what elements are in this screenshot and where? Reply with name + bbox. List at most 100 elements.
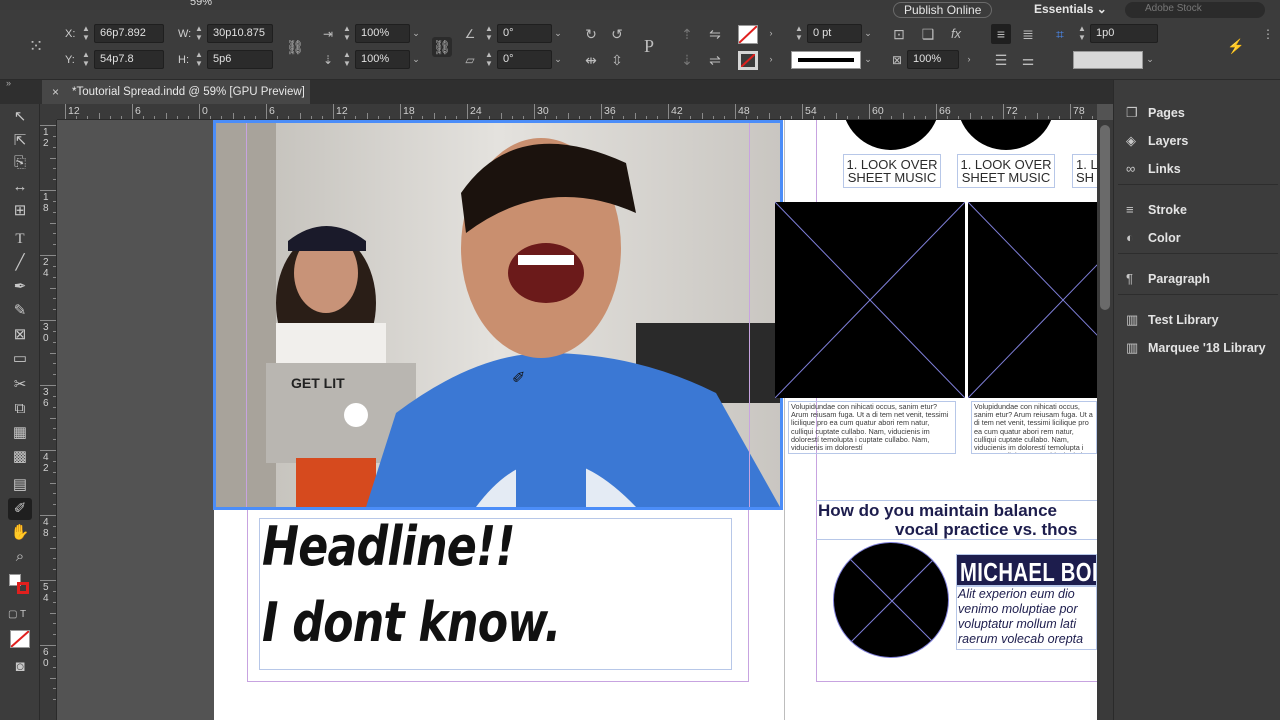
- shear-dropdown[interactable]: ⌄: [551, 50, 565, 69]
- shear-field[interactable]: 0°: [497, 50, 552, 69]
- fill-stroke-proxy[interactable]: [9, 574, 31, 596]
- line-tool-icon[interactable]: ╱: [8, 252, 32, 274]
- select-previous-icon[interactable]: ⇋: [705, 24, 725, 44]
- step-caption-1[interactable]: 1. LOOK OVER SHEET MUSIC: [843, 154, 941, 188]
- eyedropper-tool-icon[interactable]: ✐: [8, 498, 32, 520]
- rectangle-tool-icon[interactable]: ▭: [8, 348, 32, 370]
- x-field[interactable]: 66p7.892: [94, 24, 164, 43]
- panel-item-test-library[interactable]: ▥ Test Library: [1126, 309, 1219, 331]
- y-field[interactable]: 54p7.8: [94, 50, 164, 69]
- photo-frame[interactable]: GET LIT ✐: [213, 120, 783, 510]
- control-panel-menu-icon[interactable]: ⋮: [1258, 24, 1278, 44]
- type-tool-icon[interactable]: T: [8, 228, 32, 250]
- h-stepper[interactable]: ▲ ▼: [193, 50, 205, 69]
- rotate-dropdown[interactable]: ⌄: [551, 24, 565, 43]
- fill-dropdown[interactable]: ›: [764, 24, 778, 43]
- free-transform-tool-icon[interactable]: ⧉: [8, 398, 32, 420]
- gradient-swatch-tool-icon[interactable]: ▦: [8, 422, 32, 444]
- panel-item-stroke[interactable]: ≡ Stroke: [1126, 199, 1187, 221]
- paragraph-p-icon[interactable]: P: [639, 36, 659, 56]
- headline-frame[interactable]: Headline!! I dont know.: [259, 515, 732, 670]
- panel-item-layers[interactable]: ◈ Layers: [1126, 130, 1188, 152]
- rotate-field[interactable]: 0°: [497, 24, 552, 43]
- scale-x-stepper[interactable]: ▲ ▼: [341, 24, 353, 43]
- question-heading[interactable]: How do you maintain balance vocal practi…: [816, 500, 1097, 540]
- gradient-feather-tool-icon[interactable]: ▩: [8, 446, 32, 468]
- h-field[interactable]: 5p6: [207, 50, 273, 69]
- vertical-scrollbar-thumb[interactable]: [1100, 125, 1110, 310]
- stroke-type-dropdown[interactable]: ⌄: [861, 50, 875, 69]
- stroke-weight-field[interactable]: 0 pt: [807, 24, 862, 43]
- scale-x-field[interactable]: 100%: [355, 24, 410, 43]
- gap-tool-icon[interactable]: ⌗: [1050, 24, 1070, 44]
- selection-tool-icon[interactable]: ↖: [8, 106, 32, 128]
- align-bottom-icon[interactable]: ⚌: [1018, 50, 1038, 70]
- horizontal-ruler[interactable]: 12 6 0 6 12 18 24 30 36 42 48 54 60 66 72 78: [57, 104, 1097, 120]
- shear-stepper[interactable]: ▲ ▼: [483, 50, 495, 69]
- flip-vertical-icon[interactable]: ⇳: [607, 50, 627, 70]
- portrait-circle-frame[interactable]: [833, 542, 949, 658]
- w-field[interactable]: 30p10.875: [207, 24, 273, 43]
- name-label-frame[interactable]: MICHAEL BOL: [956, 554, 1097, 586]
- opacity-field[interactable]: 100%: [907, 50, 959, 69]
- stroke-weight-stepper[interactable]: ▲ ▼: [793, 24, 805, 43]
- scale-x-dropdown[interactable]: ⌄: [409, 24, 423, 43]
- stroke-dropdown[interactable]: ›: [764, 50, 778, 69]
- panel-collapse-left-icon[interactable]: »: [6, 78, 11, 88]
- select-container-icon[interactable]: ⇡: [677, 24, 697, 44]
- gap-stepper[interactable]: ▲ ▼: [1076, 24, 1088, 43]
- stroke-type-picker[interactable]: [791, 51, 861, 69]
- ruler-origin[interactable]: [40, 104, 57, 120]
- step-caption-3[interactable]: 1. L SH: [1072, 154, 1097, 188]
- stroke-swatch[interactable]: [738, 51, 758, 70]
- zoom-tool-icon[interactable]: ⌕: [8, 546, 32, 568]
- effects-fx-icon[interactable]: fx: [946, 24, 966, 44]
- object-style-picker[interactable]: [1073, 51, 1143, 69]
- object-style-dropdown[interactable]: ⌄: [1143, 50, 1157, 69]
- pasteboard[interactable]: GET LIT ✐ Headline!! I dont know. 1. LOO…: [57, 120, 1097, 720]
- panel-item-marquee-18-library[interactable]: ▥ Marquee '18 Library: [1126, 337, 1266, 359]
- w-stepper[interactable]: ▲ ▼: [193, 24, 205, 43]
- zoom-label[interactable]: 59%: [190, 0, 212, 8]
- direct-selection-tool-icon[interactable]: ⇱: [8, 130, 32, 152]
- panel-item-color[interactable]: ◐ Color: [1126, 227, 1181, 249]
- align-center-icon[interactable]: ≣: [1018, 24, 1038, 44]
- reference-point-icon[interactable]: ⁙: [26, 36, 46, 56]
- pencil-tool-icon[interactable]: ✎: [8, 300, 32, 322]
- panel-item-paragraph[interactable]: ¶ Paragraph: [1126, 268, 1210, 290]
- body-text-frame-1[interactable]: Volupidundae con nihicati occus, sanim e…: [788, 401, 956, 454]
- gap-tool-icon[interactable]: ↔: [8, 176, 32, 198]
- screen-mode-icon[interactable]: ◙: [8, 656, 32, 678]
- select-content-icon[interactable]: ⇣: [677, 50, 697, 70]
- body-text-frame-2[interactable]: Volupidundae con nihicati occus, sanim e…: [971, 401, 1097, 454]
- document-tab[interactable]: *Toutorial Spread.indd @ 59% [GPU Previe…: [42, 80, 310, 104]
- formatting-container-icon[interactable]: ▢ T: [8, 609, 26, 620]
- constrain-proportions-icon[interactable]: ⛓: [285, 37, 305, 57]
- y-stepper[interactable]: ▲ ▼: [80, 50, 92, 69]
- image-placeholder-2[interactable]: [968, 202, 1097, 398]
- page-tool-icon[interactable]: ⎘: [8, 152, 32, 174]
- search-field[interactable]: Adobe Stock: [1125, 2, 1265, 18]
- scissors-tool-icon[interactable]: ✂: [8, 374, 32, 396]
- scale-y-stepper[interactable]: ▲ ▼: [341, 50, 353, 69]
- frame-fitting-icon[interactable]: ⊡: [889, 24, 909, 44]
- note-tool-icon[interactable]: ▤: [8, 474, 32, 496]
- image-placeholder-1[interactable]: [775, 202, 965, 398]
- constrain-scale-icon[interactable]: ⛓: [432, 37, 452, 57]
- opacity-dropdown[interactable]: ›: [962, 50, 976, 69]
- panel-item-links[interactable]: ∞ Links: [1126, 158, 1181, 180]
- scale-y-dropdown[interactable]: ⌄: [409, 50, 423, 69]
- x-stepper[interactable]: ▲ ▼: [80, 24, 92, 43]
- quote-text-frame[interactable]: Alit experion eum dio venimo moluptiae p…: [956, 586, 1097, 650]
- align-top-icon[interactable]: ☰: [991, 50, 1011, 70]
- hand-tool-icon[interactable]: ✋: [8, 522, 32, 544]
- apply-none-icon[interactable]: [10, 630, 30, 648]
- rotate-cw-icon[interactable]: ↻: [581, 24, 601, 44]
- align-left-icon[interactable]: ≡: [991, 24, 1011, 44]
- rotate-stepper[interactable]: ▲ ▼: [483, 24, 495, 43]
- publish-online-button[interactable]: Publish Online: [893, 2, 993, 18]
- vertical-ruler[interactable]: 121824303642485460: [40, 120, 57, 720]
- workspace-switcher[interactable]: Essentials ⌄: [1034, 2, 1107, 16]
- close-tab-icon[interactable]: ×: [52, 80, 68, 104]
- content-collector-icon[interactable]: ⊞: [8, 200, 32, 222]
